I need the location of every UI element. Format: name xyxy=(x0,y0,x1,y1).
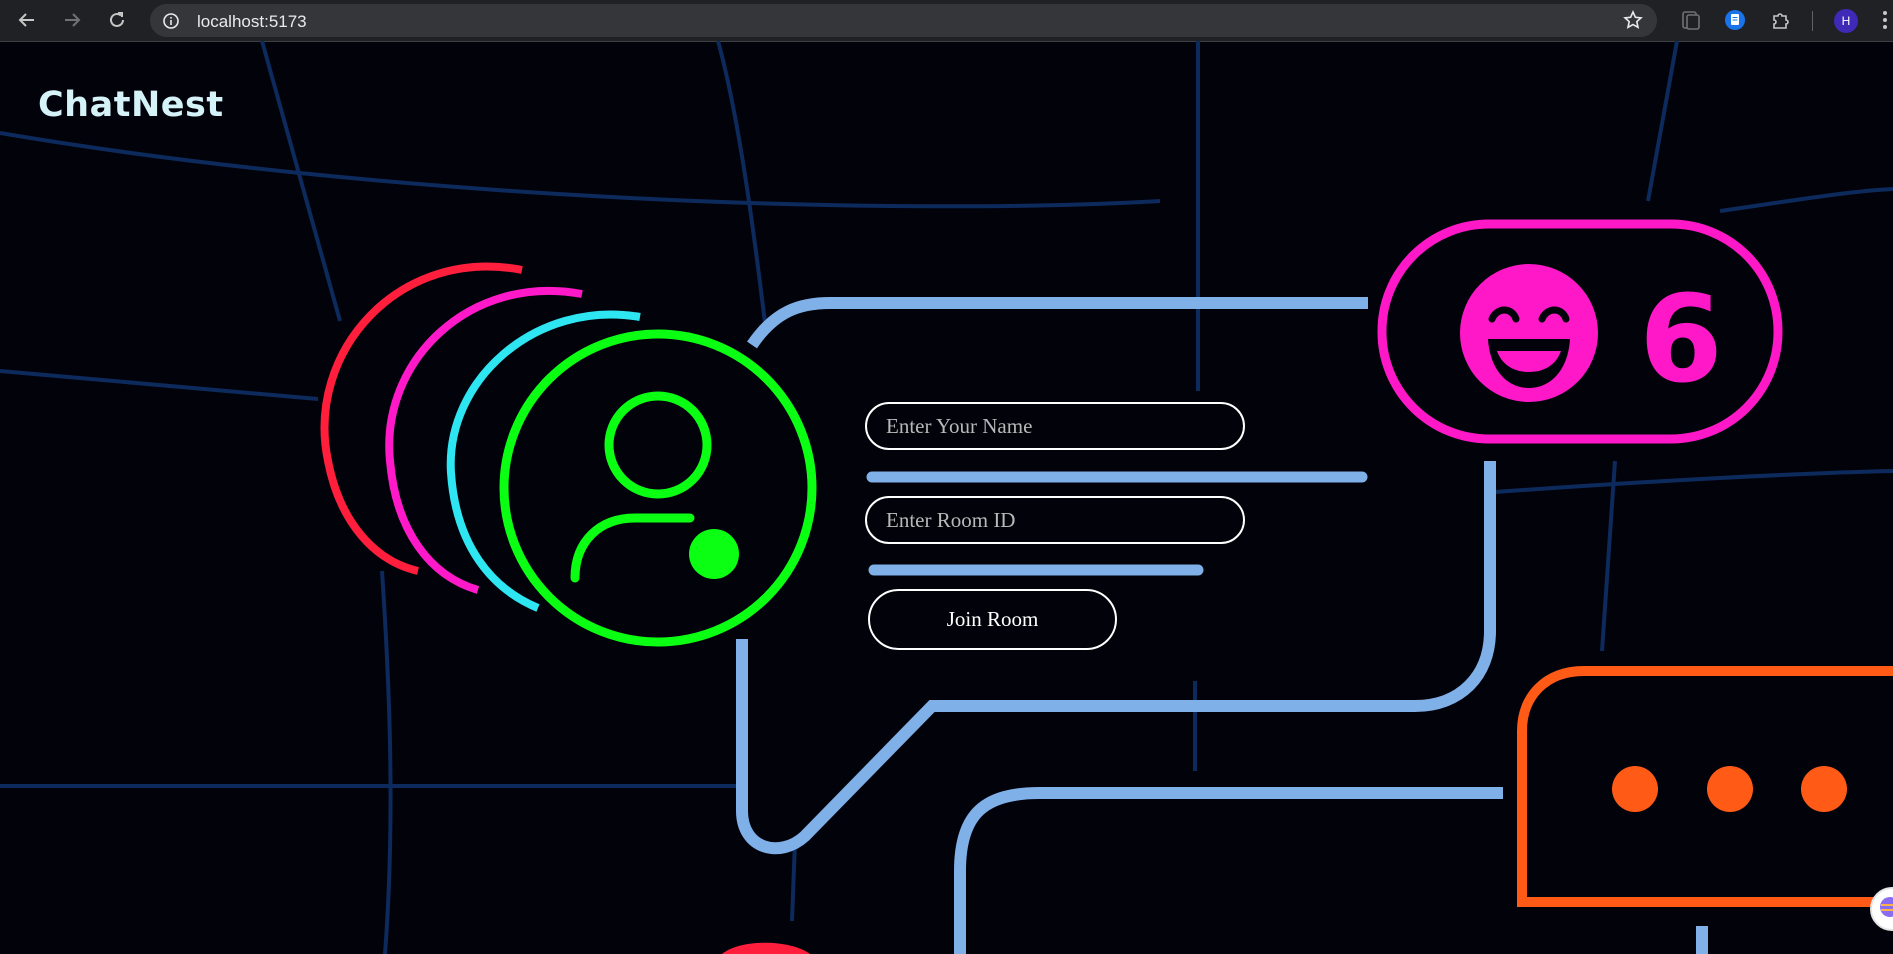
secondary-speech-bubble xyxy=(954,787,1503,954)
partial-red-shape xyxy=(722,942,810,954)
url-text: localhost:5173 xyxy=(197,12,307,31)
forward-arrow-icon xyxy=(65,13,81,27)
site-info-icon[interactable] xyxy=(162,12,180,30)
typing-indicator-bubble xyxy=(1517,666,1893,907)
name-input[interactable] xyxy=(865,402,1245,450)
toolbar-divider xyxy=(1812,11,1813,31)
extensions-puzzle-icon[interactable] xyxy=(1770,9,1792,31)
browser-menu-icon[interactable] xyxy=(1880,8,1890,32)
profile-avatar[interactable]: H xyxy=(1834,9,1858,33)
docs-extension-icon[interactable] xyxy=(1724,9,1746,31)
floating-extension-badge[interactable] xyxy=(1870,887,1893,931)
back-button[interactable] xyxy=(13,6,41,34)
reload-button[interactable] xyxy=(103,6,131,34)
main-speech-bubble xyxy=(736,297,1496,855)
join-room-button[interactable]: Join Room xyxy=(868,589,1117,650)
notification-count: 6 xyxy=(1639,271,1723,410)
user-avatar-icon xyxy=(499,329,817,647)
forward-button[interactable] xyxy=(58,6,86,34)
page-viewport: ChatNest 6 Join Room xyxy=(0,41,1893,954)
reading-list-icon[interactable] xyxy=(1680,9,1702,31)
back-arrow-icon xyxy=(18,13,34,27)
app-logo: ChatNest xyxy=(38,85,224,125)
bookmark-star-icon[interactable] xyxy=(1623,10,1643,30)
room-id-input[interactable] xyxy=(865,496,1245,544)
browser-toolbar: localhost:5173 H xyxy=(0,0,1893,42)
globe-icon xyxy=(1880,897,1893,917)
reload-icon xyxy=(110,12,124,27)
address-bar[interactable]: localhost:5173 xyxy=(150,4,1657,37)
